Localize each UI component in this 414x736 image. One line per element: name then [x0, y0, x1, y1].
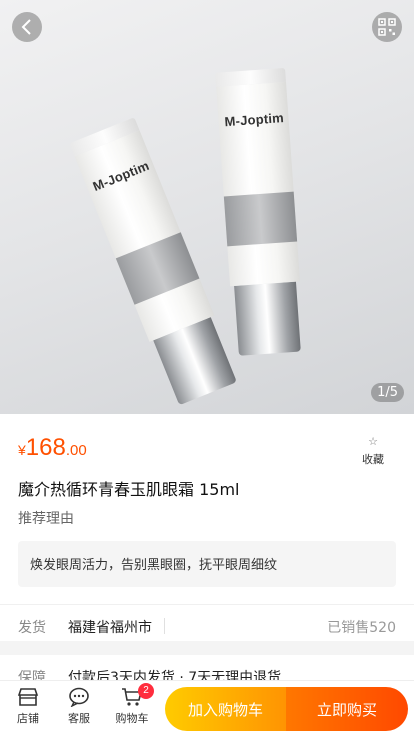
recommend-reason-text: 焕发眼周活力，告别黑眼圈，抚平眼周细纹	[18, 541, 396, 587]
tube-brand-text: M-Joptim	[90, 157, 152, 195]
product-tube-image: M-Joptim	[215, 67, 305, 356]
image-counter: 1/5	[371, 383, 404, 402]
buy-now-button[interactable]: 立即购买	[286, 687, 408, 731]
shipping-label: 发货	[18, 620, 46, 636]
recommend-reason-label: 推荐理由	[18, 511, 74, 527]
price-decimal: .00	[65, 442, 87, 459]
price: ¥168.00	[18, 434, 87, 462]
chat-bubble-icon	[69, 687, 89, 707]
qr-code-icon	[378, 18, 396, 36]
cart-count-badge: 2	[138, 683, 154, 699]
customer-service-tab[interactable]: 客服	[57, 687, 101, 726]
store-icon	[17, 688, 39, 706]
service-label: 客服	[68, 712, 90, 725]
add-to-cart-button[interactable]: 加入购物车	[165, 687, 286, 731]
product-tube-image: M-Joptim	[69, 117, 240, 407]
product-info-panel: ¥168.00 ☆ 收藏 魔介热循环青春玉肌眼霜 15ml 推荐理由 焕发眼周活…	[0, 414, 414, 641]
cart-label: 购物车	[115, 712, 149, 725]
favorite-button[interactable]: ☆ 收藏	[358, 436, 388, 467]
sold-count: 已销售520	[327, 620, 396, 636]
price-integer: 168	[25, 434, 66, 461]
shipping-row: 发货 福建省福州市 已销售520	[0, 604, 414, 641]
currency-symbol: ¥	[18, 442, 26, 458]
product-image-gallery[interactable]: M-Joptim M-Joptim 1/5	[0, 0, 414, 414]
cart-tab[interactable]: 2 购物车	[110, 683, 154, 726]
store-label: 店铺	[17, 712, 39, 725]
tube-brand-text: M-Joptim	[224, 110, 285, 130]
product-title: 魔介热循环青春玉肌眼霜 15ml	[18, 480, 240, 499]
back-button[interactable]	[12, 12, 42, 42]
section-gap	[0, 641, 414, 655]
chevron-left-icon	[21, 19, 31, 35]
store-tab[interactable]: 店铺	[6, 687, 50, 726]
star-icon: ☆	[368, 435, 378, 448]
divider	[164, 618, 165, 634]
bottom-action-bar: 店铺 客服 2 购物车 加入购物车 立即购买	[0, 680, 414, 736]
shipping-origin: 福建省福州市	[68, 620, 152, 636]
favorite-label: 收藏	[362, 453, 384, 466]
qr-code-button[interactable]	[372, 12, 402, 42]
